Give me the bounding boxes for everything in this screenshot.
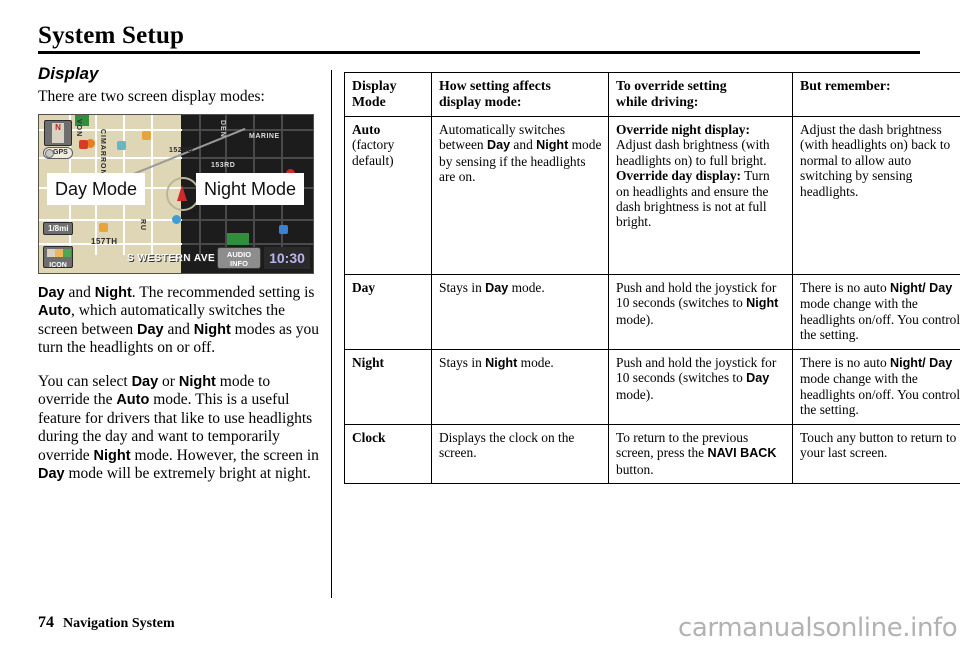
- row-mode-day: Day: [344, 274, 432, 350]
- gps-label: GPS: [53, 148, 68, 156]
- map-poi-icon: [79, 139, 88, 149]
- row-affects-clock: Displays the clock on the screen.: [431, 423, 609, 485]
- row-affects-day: Stays in Day mode.: [431, 274, 609, 350]
- row-affects-night: Stays in Night mode.: [431, 349, 609, 425]
- clock-display: 10:30: [264, 246, 310, 269]
- table-header-row: Display Mode How setting affects display…: [344, 72, 960, 117]
- table-header-to-override-setting: To override setting while driving:: [608, 72, 793, 117]
- row-override-day: Push and hold the joystick for 10 second…: [608, 274, 793, 350]
- title-divider-rule: [38, 51, 920, 54]
- current-street-label: S WESTERN AVE: [127, 252, 216, 264]
- header-line-2: display mode:: [439, 94, 522, 109]
- table-header-display-mode: Display Mode: [344, 72, 432, 117]
- table-header-how-setting-affects: How setting affects display mode:: [431, 72, 609, 117]
- column-divider-rule: [331, 70, 332, 598]
- audio-info-line-1: AUDIO: [226, 249, 252, 259]
- map-scale-badge[interactable]: 1/8mi: [43, 221, 74, 235]
- icon-button-swatches-icon: [47, 248, 71, 257]
- map-street-label: MARINE: [249, 132, 280, 140]
- map-street-label: DEN: [219, 119, 226, 138]
- header-line-2: while driving:: [616, 94, 699, 109]
- map-road: [151, 114, 153, 255]
- night-mode-callout-label: Night Mode: [196, 172, 305, 205]
- map-street-label: 157TH: [91, 236, 118, 246]
- paragraph-display-modes: Day and Night. The recommended setting i…: [38, 283, 320, 357]
- audio-info-line-2: INFO: [230, 258, 248, 268]
- table-row: Day Stays in Day mode. Push and hold the…: [344, 274, 960, 350]
- section-heading: Display: [38, 64, 99, 83]
- mode-name: Auto: [352, 122, 381, 137]
- row-remember-auto: Adjust the dash brightness (with headlig…: [792, 116, 960, 275]
- map-park-area: [227, 232, 249, 245]
- map-poi-icon: [142, 130, 151, 140]
- row-affects-auto: Automatically switches between Day and N…: [431, 116, 609, 275]
- table-row: Night Stays in Night mode. Push and hold…: [344, 349, 960, 425]
- table-row: Clock Displays the clock on the screen. …: [344, 423, 960, 485]
- map-street-label: CIMARRON: [99, 128, 106, 176]
- footer-section-title: Navigation System: [63, 616, 175, 631]
- header-line-1: To override setting: [616, 78, 727, 93]
- footer-page-number: 74: [38, 614, 54, 631]
- map-street-label: 153RD: [211, 161, 236, 169]
- row-override-auto: Override night display: Adjust dash brig…: [608, 116, 793, 275]
- row-override-night: Push and hold the joystick for 10 second…: [608, 349, 793, 425]
- day-mode-callout-label: Day Mode: [47, 172, 146, 205]
- page-footer: 74 Navigation System: [38, 614, 175, 632]
- gps-indicator-icon: [45, 149, 54, 158]
- map-poi-icon: [172, 214, 181, 224]
- table-row: Auto (factory default) Automatically swi…: [344, 116, 960, 275]
- gps-status-badge: GPS: [43, 146, 73, 159]
- compass-button[interactable]: N: [44, 119, 72, 146]
- vehicle-heading-arrow-icon: [177, 184, 187, 201]
- mode-name: Night: [352, 355, 384, 370]
- mode-name: Day: [352, 280, 376, 295]
- navigation-screen-illustration: VON CIMARRON DEN MARINE 152ND 153RD 157T…: [38, 113, 314, 274]
- icon-button[interactable]: ICON: [43, 245, 73, 269]
- icon-button-label: ICON: [49, 261, 67, 269]
- mode-subtext: (factory default): [352, 137, 395, 168]
- map-street-label: VON: [75, 118, 82, 137]
- row-mode-auto: Auto (factory default): [344, 116, 432, 275]
- map-road: [182, 156, 313, 159]
- map-poi-icon: [117, 140, 126, 150]
- row-remember-day: There is no auto Night/ Day mode change …: [792, 274, 960, 350]
- row-mode-clock: Clock: [344, 423, 432, 485]
- header-line-1: Display: [352, 78, 397, 93]
- site-watermark: carmanualsonline.info: [678, 613, 958, 643]
- audio-info-button[interactable]: AUDIO INFO: [217, 246, 261, 269]
- header-line-1: How setting affects: [439, 78, 551, 93]
- mode-name: Clock: [352, 430, 386, 445]
- map-street-label: RU: [139, 218, 146, 231]
- table-header-but-remember: But remember:: [792, 72, 960, 117]
- paragraph-override-modes: You can select Day or Night mode to over…: [38, 372, 319, 483]
- compass-north-icon: N: [52, 122, 64, 143]
- map-poi-icon: [279, 224, 288, 234]
- intro-paragraph: There are two screen display modes:: [38, 88, 265, 105]
- header-line-1: But remember:: [800, 78, 891, 93]
- row-remember-night: There is no auto Night/ Day mode change …: [792, 349, 960, 425]
- map-poi-icon: [99, 222, 108, 232]
- page-title: System Setup: [38, 22, 185, 49]
- row-mode-night: Night: [344, 349, 432, 425]
- row-remember-clock: Touch any button to return to your last …: [792, 423, 960, 485]
- map-road: [182, 128, 313, 131]
- map-road: [39, 218, 182, 221]
- map-street-label: 152ND: [169, 146, 194, 154]
- left-column: Display There are two screen display mod…: [38, 64, 320, 484]
- map-road: [182, 218, 313, 221]
- header-line-2: Mode: [352, 94, 386, 109]
- row-override-clock: To return to the previous screen, press …: [608, 423, 793, 485]
- display-mode-table: Display Mode How setting affects display…: [344, 72, 960, 485]
- vehicle-position-marker: [166, 176, 200, 211]
